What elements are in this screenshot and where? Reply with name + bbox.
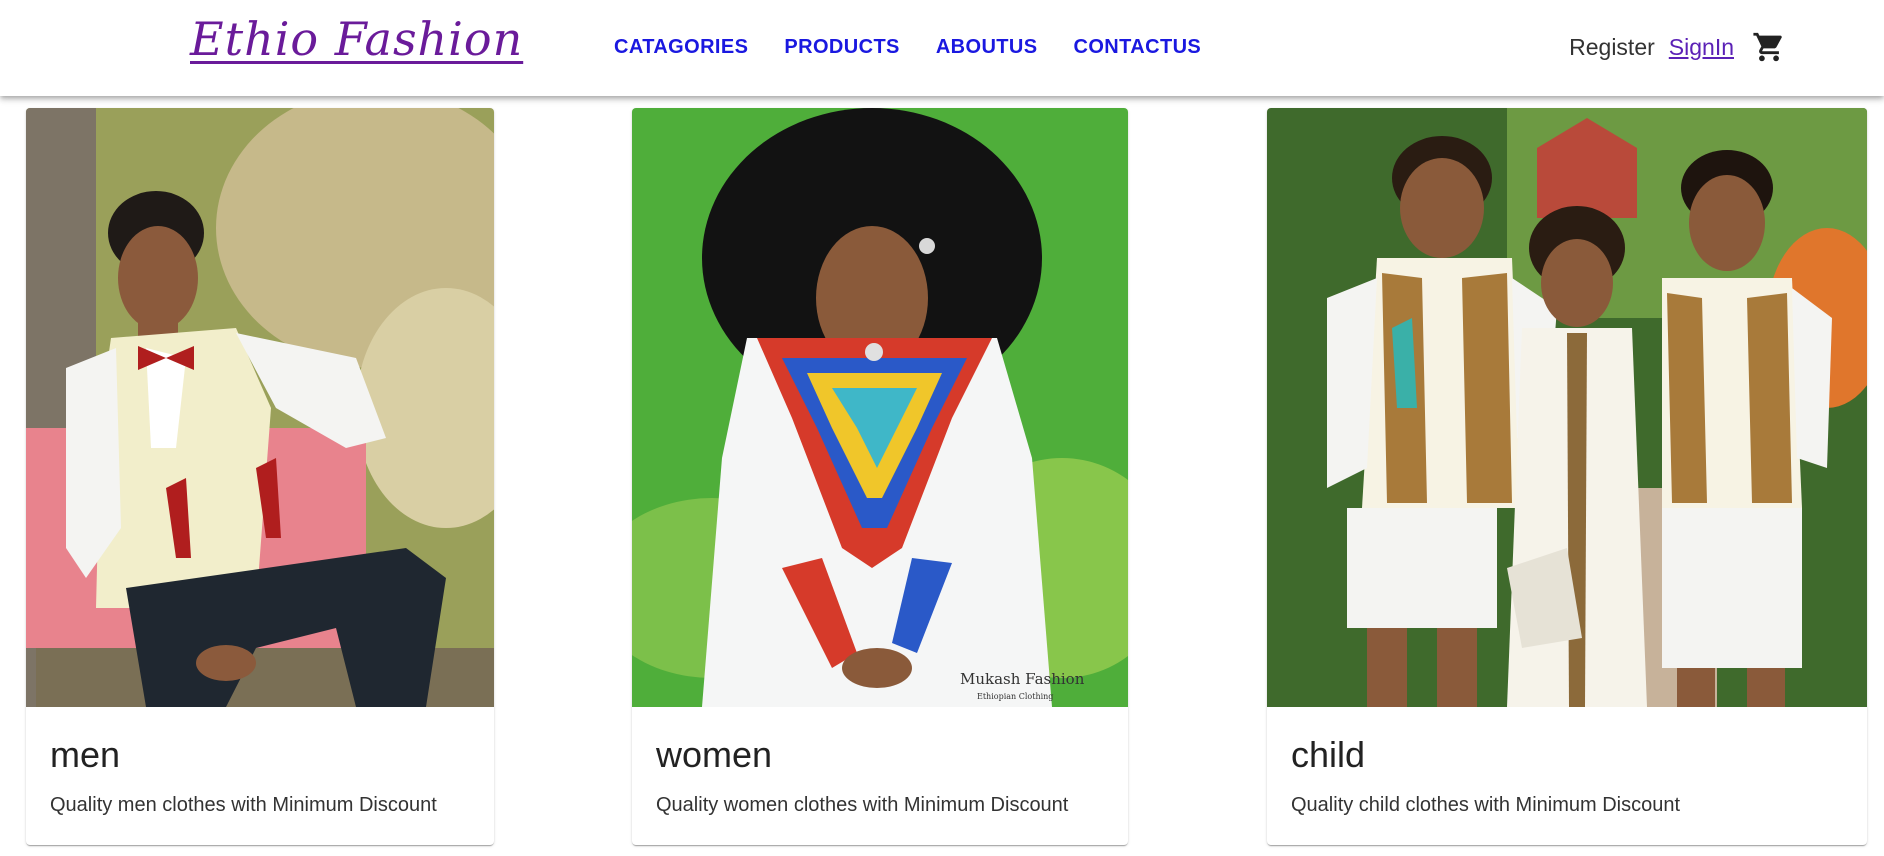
women-category-photo[interactable]: Mukash Fashion Ethiopian Clothing <box>632 108 1128 707</box>
signin-link[interactable]: SignIn <box>1669 34 1734 61</box>
photo-watermark-subtitle: Ethiopian Clothing <box>977 692 1053 701</box>
nav-link-products[interactable]: PRODUCTS <box>784 36 899 59</box>
nav-link-categories[interactable]: CATAGORIES <box>614 36 748 59</box>
register-link[interactable]: Register <box>1569 34 1655 61</box>
nav-link-contactus[interactable]: CONTACTUS <box>1074 36 1202 59</box>
site-logo[interactable]: Ethio Fashion <box>190 12 523 66</box>
card-description: Quality men clothes with Minimum Discoun… <box>50 794 437 816</box>
card-description: Quality women clothes with Minimum Disco… <box>656 794 1069 816</box>
men-category-photo[interactable] <box>26 108 494 707</box>
category-card-women[interactable]: Mukash Fashion Ethiopian Clothing women … <box>632 108 1128 845</box>
auth-area: Register SignIn <box>1569 30 1786 64</box>
category-card-men[interactable]: men Quality men clothes with Minimum Dis… <box>26 108 494 845</box>
photo-watermark: Mukash Fashion <box>960 670 1085 688</box>
card-title: women <box>656 734 773 775</box>
card-title: child <box>1291 734 1366 775</box>
child-category-photo[interactable] <box>1267 108 1867 707</box>
app-header: Ethio Fashion CATAGORIES PRODUCTS ABOUTU… <box>0 0 1884 96</box>
main-nav: CATAGORIES PRODUCTS ABOUTUS CONTACTUS <box>614 36 1201 59</box>
category-card-child[interactable]: child Quality child clothes with Minimum… <box>1267 108 1867 845</box>
card-title: men <box>50 734 121 775</box>
shopping-cart-icon[interactable] <box>1752 30 1786 64</box>
card-description: Quality child clothes with Minimum Disco… <box>1291 794 1681 816</box>
nav-link-aboutus[interactable]: ABOUTUS <box>936 36 1038 59</box>
